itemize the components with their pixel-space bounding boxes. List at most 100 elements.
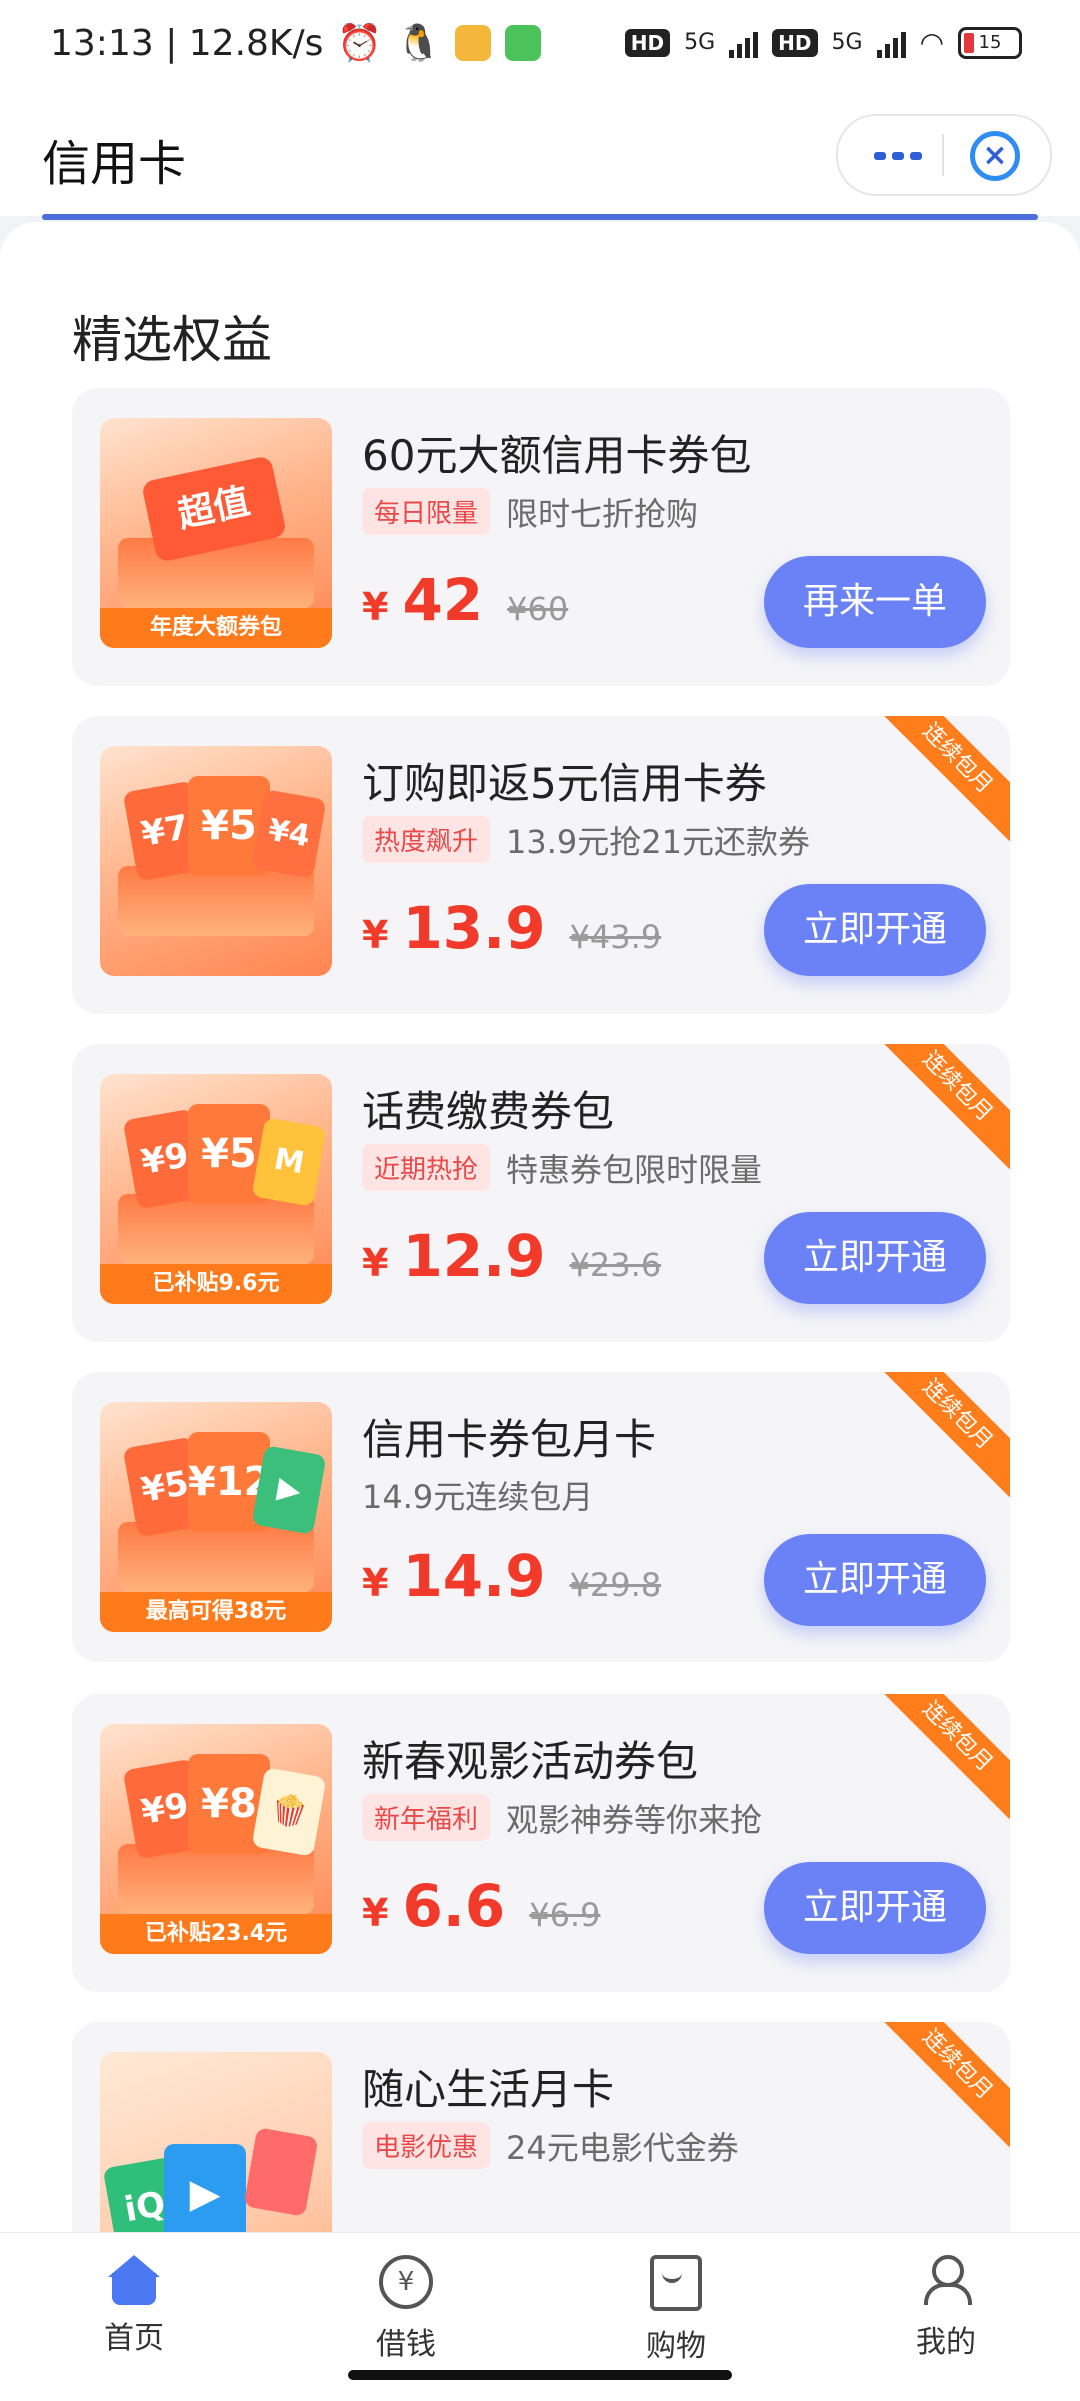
activate-button[interactable]: 立即开通 bbox=[764, 1862, 986, 1954]
benefit-thumbnail: ¥7 ¥5 ¥4 bbox=[100, 746, 332, 976]
page-title: 信用卡 bbox=[42, 136, 187, 192]
benefit-name: 信用卡券包月卡 bbox=[362, 1415, 657, 1464]
yen-symbol: ¥ bbox=[362, 913, 389, 957]
app-header: 信用卡 × bbox=[0, 96, 1080, 216]
profile-icon bbox=[920, 2255, 972, 2307]
activate-button[interactable]: 立即开通 bbox=[764, 1212, 986, 1304]
gesture-home-bar[interactable] bbox=[348, 2370, 732, 2380]
corner-ribbon: 连续包月 bbox=[874, 1044, 1010, 1170]
notes-app-icon bbox=[455, 25, 492, 61]
benefit-thumbnail: ¥9 ¥8 🍿 已补贴23.4元 bbox=[100, 1724, 332, 1954]
tag-row: 每日限量 限时七折抢购 bbox=[362, 488, 698, 535]
corner-ribbon: 连续包月 bbox=[874, 1372, 1010, 1498]
alarm-icon: ⏰ bbox=[337, 23, 383, 64]
benefit-thumbnail: ¥5 ¥12 ▶ 最高可得38元 bbox=[100, 1402, 332, 1632]
price-row: ¥ 14.9 ¥29.8 bbox=[362, 1542, 661, 1610]
benefit-name: 随心生活月卡 bbox=[362, 2065, 615, 2114]
thumb-coupon: ¥4 bbox=[251, 789, 327, 879]
section-title: 精选权益 bbox=[72, 311, 272, 369]
status-bar: 13:13 | 12.8K/s ⏰ 🐧 HD 5G HD 5G ◠ 15 bbox=[0, 0, 1080, 96]
home-icon bbox=[108, 2255, 160, 2305]
chat-app-icon bbox=[505, 25, 542, 61]
thumb-band-label: 年度大额券包 bbox=[100, 608, 332, 648]
benefit-desc: 观影神券等你来抢 bbox=[506, 1800, 763, 1839]
corner-ribbon: 连续包月 bbox=[874, 716, 1010, 842]
wifi-icon: ◠ bbox=[919, 26, 944, 59]
header-accent-line bbox=[42, 214, 1038, 220]
benefit-tag: 热度飙升 bbox=[362, 816, 491, 863]
benefit-card[interactable]: 连续包月 ¥5 ¥12 ▶ 最高可得38元 信用卡券包月卡 14.9元连续包月 … bbox=[72, 1372, 1010, 1662]
status-right: HD 5G HD 5G ◠ 15 bbox=[624, 26, 1022, 59]
benefit-desc: 特惠券包限时限量 bbox=[506, 1150, 763, 1189]
price-row: ¥ 13.9 ¥43.9 bbox=[362, 894, 661, 962]
nav-label: 我的 bbox=[916, 2325, 976, 2360]
price-row: ¥ 42 ¥60 bbox=[362, 566, 568, 634]
yen-icon: ¥ bbox=[379, 2255, 433, 2309]
signal-icon-2 bbox=[876, 28, 906, 58]
nav-item-home[interactable]: 首页 bbox=[54, 2255, 214, 2357]
original-price: ¥60 bbox=[507, 590, 569, 628]
nav-label: 首页 bbox=[104, 2321, 164, 2356]
benefit-thumbnail: 超值 年度大额券包 bbox=[100, 418, 332, 648]
thumb-band-label: 已补贴9.6元 bbox=[100, 1264, 332, 1304]
benefit-name: 60元大额信用卡券包 bbox=[362, 431, 752, 480]
tag-row: 电影优惠 24元电影代金券 bbox=[362, 2122, 739, 2169]
benefit-desc: 24元电影代金券 bbox=[506, 2128, 739, 2167]
status-time: 13:13 | 12.8K/s bbox=[50, 22, 324, 64]
benefit-card[interactable]: 连续包月 ¥9 ¥8 🍿 已补贴23.4元 新春观影活动券包 新年福利 观影神券… bbox=[72, 1694, 1010, 1992]
thumb-coupon: M bbox=[251, 1117, 327, 1207]
signal-icon bbox=[729, 28, 759, 58]
benefit-name: 新春观影活动券包 bbox=[362, 1737, 699, 1786]
hd-badge: HD bbox=[624, 28, 671, 57]
5g-label: 5G bbox=[684, 30, 716, 55]
price-row: ¥ 6.6 ¥6.9 bbox=[362, 1872, 600, 1940]
benefit-card[interactable]: 连续包月 iQ ▶ 随心生活月卡 电影优惠 24元电影代金券 bbox=[72, 2022, 1010, 2232]
corner-ribbon: 连续包月 bbox=[874, 2022, 1010, 2148]
benefit-name: 话费缴费券包 bbox=[362, 1087, 615, 1136]
mini-program-capsule: × bbox=[836, 114, 1052, 196]
thumb-coupon: ▶ bbox=[251, 1445, 327, 1535]
main-content: 精选权益 超值 年度大额券包 60元大额信用卡券包 每日限量 限时七折抢购 ¥ … bbox=[0, 222, 1080, 2232]
battery-level: 15 bbox=[978, 31, 1002, 53]
benefit-card[interactable]: 连续包月 ¥9 ¥5 M 已补贴9.6元 话费缴费券包 近期热抢 特惠券包限时限… bbox=[72, 1044, 1010, 1342]
nav-item-shopping[interactable]: 购物 bbox=[596, 2255, 756, 2365]
nav-label: 借钱 bbox=[376, 2327, 436, 2362]
benefit-thumbnail: iQ ▶ bbox=[100, 2052, 332, 2232]
close-icon[interactable]: × bbox=[970, 131, 1020, 181]
reorder-button[interactable]: 再来一单 bbox=[764, 556, 986, 648]
hd-badge-2: HD bbox=[772, 28, 818, 57]
tag-row: 热度飙升 13.9元抢21元还款券 bbox=[362, 816, 810, 863]
current-price: 13.9 bbox=[402, 894, 546, 962]
corner-ribbon: 连续包月 bbox=[874, 1694, 1010, 1820]
nav-label: 购物 bbox=[646, 2329, 706, 2364]
status-left: 13:13 | 12.8K/s ⏰ 🐧 bbox=[50, 22, 542, 64]
current-price: 6.6 bbox=[402, 1872, 506, 1940]
capsule-divider bbox=[942, 134, 944, 176]
benefit-tag: 近期热抢 bbox=[362, 1144, 491, 1191]
thumb-coupon bbox=[243, 2127, 319, 2217]
qq-icon: 🐧 bbox=[396, 23, 442, 64]
activate-button[interactable]: 立即开通 bbox=[764, 1534, 986, 1626]
thumb-coupon: 🍿 bbox=[251, 1767, 327, 1857]
yen-symbol: ¥ bbox=[362, 1891, 389, 1935]
yen-symbol: ¥ bbox=[362, 585, 389, 629]
more-icon[interactable] bbox=[874, 152, 922, 160]
current-price: 14.9 bbox=[402, 1542, 546, 1610]
benefit-thumbnail: ¥9 ¥5 M 已补贴9.6元 bbox=[100, 1074, 332, 1304]
nav-item-profile[interactable]: 我的 bbox=[866, 2255, 1026, 2361]
tag-row: 近期热抢 特惠券包限时限量 bbox=[362, 1144, 762, 1191]
yen-symbol: ¥ bbox=[362, 1561, 389, 1605]
benefit-card[interactable]: 超值 年度大额券包 60元大额信用卡券包 每日限量 限时七折抢购 ¥ 42 ¥6… bbox=[72, 388, 1010, 686]
benefit-desc: 13.9元抢21元还款券 bbox=[506, 822, 810, 861]
thumb-coupon: ▶ bbox=[164, 2144, 246, 2232]
benefit-tag: 每日限量 bbox=[362, 488, 491, 535]
current-price: 42 bbox=[402, 566, 484, 634]
nav-item-borrow[interactable]: ¥ 借钱 bbox=[326, 2255, 486, 2363]
battery-icon: 15 bbox=[958, 26, 1022, 59]
activate-button[interactable]: 立即开通 bbox=[764, 884, 986, 976]
original-price: ¥6.9 bbox=[529, 1896, 601, 1934]
shopping-bag-icon bbox=[650, 2255, 702, 2311]
benefit-card[interactable]: 连续包月 ¥7 ¥5 ¥4 订购即返5元信用卡券 热度飙升 13.9元抢21元还… bbox=[72, 716, 1010, 1014]
5g-label-2: 5G bbox=[831, 30, 863, 55]
benefit-desc: 限时七折抢购 bbox=[506, 494, 699, 533]
